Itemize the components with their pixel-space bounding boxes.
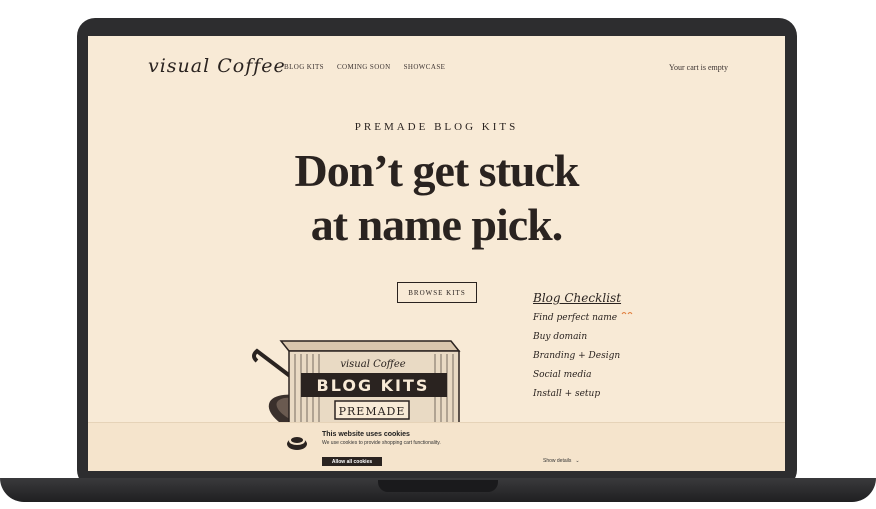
main-nav: BLOG KITS COMING SOON SHOWCASE bbox=[284, 63, 445, 71]
checklist-item: Install + setup bbox=[533, 389, 601, 399]
checklist-title: Blog Checklist bbox=[533, 291, 622, 305]
cookie-title: This website uses cookies bbox=[322, 431, 410, 438]
cookie-text: We use cookies to provide shopping cart … bbox=[322, 440, 441, 446]
show-details-toggle[interactable]: Show details ⌄ bbox=[543, 458, 580, 464]
nav-showcase[interactable]: SHOWCASE bbox=[404, 63, 446, 71]
show-details-label: Show details bbox=[543, 458, 572, 464]
chevron-down-icon: ⌄ bbox=[575, 458, 580, 464]
checklist-item: Branding + Design bbox=[533, 351, 621, 361]
hero-headline: Don’t get stuck at name pick. bbox=[88, 144, 785, 252]
nav-blog-kits[interactable]: BLOG KITS bbox=[284, 63, 324, 71]
box-brand-text: visual Coffee bbox=[340, 359, 405, 370]
checklist-item: Buy domain bbox=[533, 332, 588, 342]
browser-viewport: visual Coffee BLOG KITS COMING SOON SHOW… bbox=[88, 36, 785, 471]
cookie-banner: This website uses cookies We use cookies… bbox=[88, 422, 785, 471]
nav-coming-soon[interactable]: COMING SOON bbox=[337, 63, 391, 71]
checklist-item: Social media bbox=[533, 370, 592, 380]
laptop-notch bbox=[378, 480, 498, 492]
box-title-text: BLOG KITS bbox=[317, 376, 430, 395]
hero-eyebrow: PREMADE BLOG KITS bbox=[354, 121, 519, 133]
question-marks-icon bbox=[621, 312, 633, 315]
site-logo[interactable]: visual Coffee bbox=[148, 55, 286, 77]
browse-kits-button[interactable]: BROWSE KITS bbox=[397, 282, 477, 303]
hero-headline-line1: Don’t get stuck bbox=[294, 145, 580, 196]
blog-checklist: Blog Checklist Find perfect name Buy dom… bbox=[533, 291, 633, 404]
checklist-item: Find perfect name bbox=[533, 313, 618, 323]
cookie-icon bbox=[287, 437, 307, 450]
box-label-text: PREMADE bbox=[339, 405, 406, 418]
cart-status[interactable]: Your cart is empty bbox=[669, 63, 728, 72]
hero-headline-line2: at name pick. bbox=[310, 199, 564, 250]
allow-all-cookies-button[interactable]: Allow all cookies bbox=[322, 457, 382, 466]
